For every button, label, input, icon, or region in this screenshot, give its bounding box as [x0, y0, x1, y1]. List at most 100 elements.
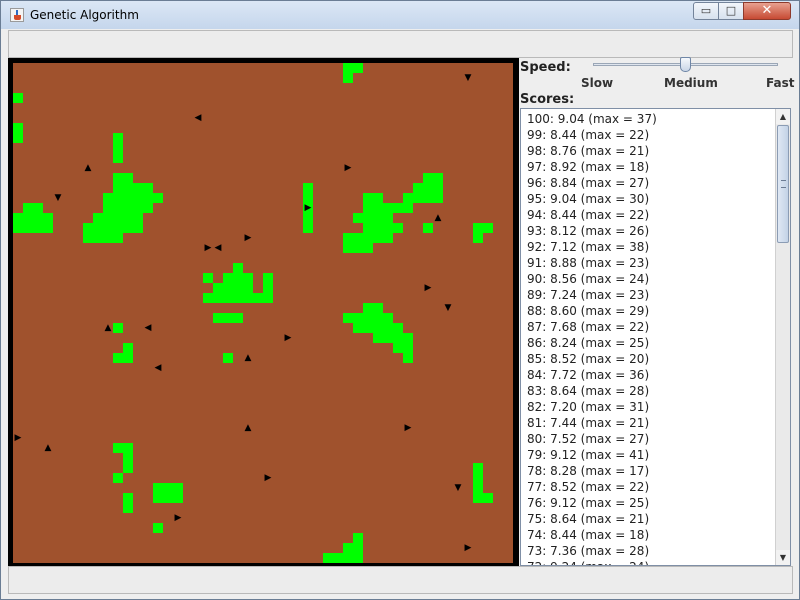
score-item[interactable]: 85: 8.52 (max = 20) [527, 351, 772, 367]
score-item[interactable]: 93: 8.12 (max = 26) [527, 223, 772, 239]
bottom-panel [8, 566, 793, 594]
score-item[interactable]: 98: 8.76 (max = 21) [527, 143, 772, 159]
food-cell [483, 223, 493, 233]
score-item[interactable]: 82: 7.20 (max = 31) [527, 399, 772, 415]
food-cell [243, 293, 253, 303]
food-cell [383, 213, 393, 223]
score-item[interactable]: 92: 7.12 (max = 38) [527, 239, 772, 255]
close-button[interactable]: ✕ [743, 2, 791, 20]
food-cell [373, 233, 383, 243]
food-cell [343, 63, 353, 73]
food-cell [433, 173, 443, 183]
food-cell [373, 303, 383, 313]
speed-slider[interactable] [593, 57, 778, 73]
score-item[interactable]: 74: 8.44 (max = 18) [527, 527, 772, 543]
food-cell [303, 183, 313, 193]
food-cell [233, 273, 243, 283]
food-cell [103, 193, 113, 203]
food-cell [413, 183, 423, 193]
food-cell [133, 193, 143, 203]
window-title: Genetic Algorithm [30, 8, 139, 22]
simulation-board: ▼ ◀ ▲ ▶ ▼ ▶ ▲ ▶ ▶ ◀ ▶ ▼ ◀ ▲ ▶ ▲ ◀ ▶ ▲ ▶ ▲ ▶ ▼ ▶ ▶ [8, 58, 519, 566]
food-cell [343, 313, 353, 323]
food-cell [233, 293, 243, 303]
food-cell [303, 223, 313, 233]
scroll-up-icon[interactable]: ▲ [776, 109, 790, 124]
food-cell [343, 73, 353, 83]
food-cell [353, 323, 363, 333]
score-item[interactable]: 73: 7.36 (max = 28) [527, 543, 772, 559]
score-item[interactable]: 83: 8.64 (max = 28) [527, 383, 772, 399]
food-cell [123, 443, 133, 453]
score-item[interactable]: 96: 8.84 (max = 27) [527, 175, 772, 191]
food-cell [123, 203, 133, 213]
bug-right-icon: ▶ [284, 333, 292, 343]
score-item[interactable]: 97: 8.92 (max = 18) [527, 159, 772, 175]
bug-right-icon: ▶ [264, 473, 272, 483]
food-cell [123, 353, 133, 363]
score-item[interactable]: 90: 8.56 (max = 24) [527, 271, 772, 287]
top-panel [8, 30, 793, 58]
score-item[interactable]: 89: 7.24 (max = 23) [527, 287, 772, 303]
food-cell [23, 203, 33, 213]
simulation-field: ▼ ◀ ▲ ▶ ▼ ▶ ▲ ▶ ▶ ◀ ▶ ▼ ◀ ▲ ▶ ▲ ◀ ▶ ▲ ▶ ▲ ▶ ▼ ▶ ▶ [13, 63, 513, 563]
bug-left-icon: ◀ [214, 243, 222, 253]
food-cell [233, 313, 243, 323]
scores-label: Scores: [520, 92, 575, 107]
score-item[interactable]: 78: 8.28 (max = 17) [527, 463, 772, 479]
food-cell [13, 213, 23, 223]
bug-right-icon: ▶ [464, 543, 472, 553]
speed-slider-thumb[interactable] [680, 57, 691, 72]
score-item[interactable]: 84: 7.72 (max = 36) [527, 367, 772, 383]
scores-list-box[interactable]: 100: 9.04 (max = 37) 99: 8.44 (max = 22) 9… [520, 108, 791, 566]
food-cell [263, 283, 273, 293]
food-cell [403, 333, 413, 343]
food-cell [473, 223, 483, 233]
score-item[interactable]: 80: 7.52 (max = 27) [527, 431, 772, 447]
scores-scrollbar[interactable]: ▲ ▼ [775, 109, 790, 565]
food-cell [113, 233, 123, 243]
food-cell [133, 183, 143, 193]
bug-down-icon: ▼ [454, 483, 462, 493]
food-cell [243, 273, 253, 283]
score-item[interactable]: 76: 9.12 (max = 25) [527, 495, 772, 511]
score-item[interactable]: 81: 7.44 (max = 21) [527, 415, 772, 431]
food-cell [353, 63, 363, 73]
food-cell [383, 313, 393, 323]
food-cell [363, 213, 373, 223]
minimize-button[interactable]: ▭ [693, 2, 719, 20]
food-cell [33, 213, 43, 223]
maximize-button[interactable]: □ [718, 2, 744, 20]
bug-right-icon: ▶ [404, 423, 412, 433]
score-item[interactable]: 86: 8.24 (max = 25) [527, 335, 772, 351]
food-cell [23, 223, 33, 233]
food-cell [103, 223, 113, 233]
score-item[interactable]: 87: 7.68 (max = 22) [527, 319, 772, 335]
bug-up-icon: ▲ [104, 323, 112, 333]
score-item[interactable]: 77: 8.52 (max = 22) [527, 479, 772, 495]
food-cell [303, 213, 313, 223]
score-item[interactable]: 79: 9.12 (max = 41) [527, 447, 772, 463]
scroll-down-icon[interactable]: ▼ [776, 550, 790, 565]
food-cell [203, 293, 213, 303]
food-cell [373, 203, 383, 213]
food-cell [353, 243, 363, 253]
score-item[interactable]: 88: 8.60 (max = 29) [527, 303, 772, 319]
food-cell [83, 233, 93, 243]
score-item[interactable]: 75: 8.64 (max = 21) [527, 511, 772, 527]
score-item[interactable]: 94: 8.44 (max = 22) [527, 207, 772, 223]
bug-right-icon: ▶ [174, 513, 182, 523]
scrollbar-thumb[interactable] [777, 125, 789, 243]
score-item[interactable]: 99: 8.44 (max = 22) [527, 127, 772, 143]
food-cell [13, 133, 23, 143]
food-cell [43, 223, 53, 233]
bug-up-icon: ▲ [44, 443, 52, 453]
score-item[interactable]: 91: 8.88 (max = 23) [527, 255, 772, 271]
food-cell [93, 223, 103, 233]
score-item[interactable]: 72: 9.24 (max = 24) [527, 559, 772, 565]
food-cell [113, 223, 123, 233]
title-bar[interactable]: Genetic Algorithm ▭ □ ✕ [1, 1, 799, 29]
score-item[interactable]: 100: 9.04 (max = 37) [527, 111, 772, 127]
food-cell [373, 223, 383, 233]
score-item[interactable]: 95: 9.04 (max = 30) [527, 191, 772, 207]
